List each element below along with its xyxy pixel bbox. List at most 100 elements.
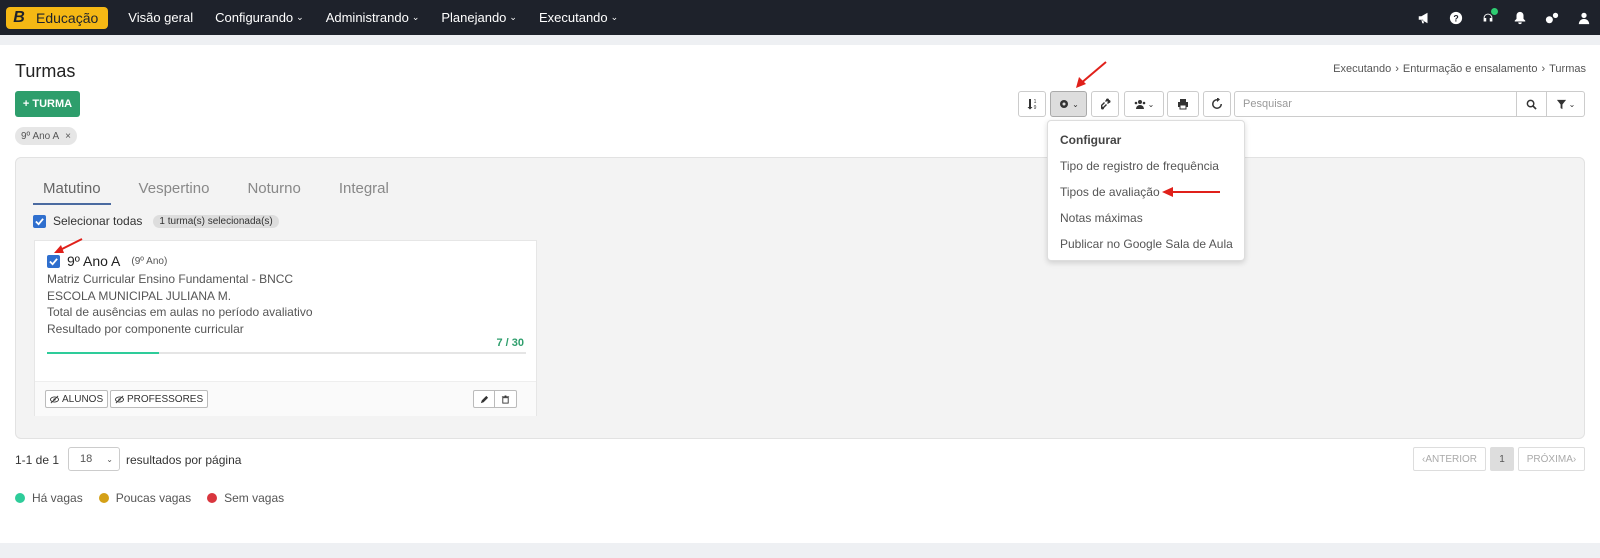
eye-slash-icon — [115, 395, 124, 403]
refresh-button[interactable] — [1203, 91, 1231, 117]
filter-chip: 9º Ano A × — [15, 127, 77, 145]
chevron-right-icon: › — [1395, 63, 1399, 75]
check-icon — [49, 257, 58, 266]
megaphone-icon[interactable] — [1416, 10, 1432, 26]
select-all-label: Selecionar todas — [53, 214, 143, 228]
edit-button[interactable] — [473, 390, 495, 408]
configure-dropdown-button[interactable]: ⌄ — [1050, 91, 1087, 117]
logo-mark-icon: B — [13, 8, 25, 26]
select-all-row: Selecionar todas 1 turma(s) selecionada(… — [33, 214, 279, 228]
filter-icon — [1556, 99, 1566, 109]
chevron-down-icon: ⌄ — [610, 12, 619, 22]
filter-dropdown-button[interactable]: ⌄ — [1547, 91, 1585, 117]
card-line-curriculum: Matriz Curricular Ensino Fundamental - B… — [47, 272, 294, 286]
user-icon[interactable] — [1576, 10, 1592, 26]
support-icon[interactable] — [1480, 7, 1498, 26]
settings-icon[interactable] — [1544, 10, 1560, 26]
trash-icon — [501, 394, 510, 404]
chevron-down-icon: ⌄ — [1072, 99, 1079, 109]
tab-vespertino[interactable]: Vespertino — [129, 180, 220, 205]
legend-dot — [98, 493, 109, 503]
card-line-absences: Total de ausências em aulas no período a… — [47, 305, 313, 319]
print-button[interactable] — [1167, 91, 1199, 117]
card-line-result: Resultado por componente curricular — [47, 321, 244, 336]
vacancy-legend: Há vagas Poucas vagas Sem vagas — [15, 491, 284, 505]
delete-button[interactable] — [495, 390, 517, 408]
sort-numeric-icon: 19 — [1027, 99, 1037, 110]
chevron-right-icon: › — [1541, 63, 1546, 75]
card-footer: ALUNOS PROFESSORES — [35, 381, 536, 416]
page-title: Turmas — [15, 61, 76, 81]
annotation-arrow-icon — [1076, 61, 1107, 88]
class-checkbox[interactable] — [47, 254, 60, 268]
view-teachers-button[interactable]: PROFESSORES — [110, 390, 209, 408]
breadcrumb-item[interactable]: Executando — [1333, 63, 1391, 75]
view-students-button[interactable]: ALUNOS — [45, 390, 109, 408]
page-content: Turmas Executando › Enturmação e ensalame… — [0, 45, 1600, 543]
search-input[interactable]: Pesquisar — [1234, 91, 1517, 117]
check-icon — [35, 217, 44, 226]
enrollment-progress — [47, 352, 526, 354]
close-icon[interactable]: × — [65, 131, 71, 142]
add-turma-button[interactable]: + TURMA — [15, 91, 80, 117]
legend-dot — [15, 493, 25, 503]
select-all-checkbox[interactable] — [33, 214, 46, 228]
help-icon[interactable]: ? — [1448, 10, 1464, 26]
previous-page-button[interactable]: ‹ ANTERIOR — [1413, 447, 1486, 471]
legend-item: Há vagas — [15, 491, 83, 505]
nav-item-configurando[interactable]: Configurando ⌄ — [215, 10, 304, 25]
class-grade: (9º Ano) — [131, 255, 168, 267]
online-status-dot — [1491, 7, 1498, 15]
chevron-down-icon: ⌄ — [411, 12, 420, 22]
annotation-arrow-icon — [54, 238, 83, 253]
legend-item: Sem vagas — [207, 491, 284, 505]
menu-item-frequency-type[interactable]: Tipo de registro de frequência — [1060, 159, 1219, 173]
chevron-down-icon: ⌄ — [296, 12, 304, 22]
logo-text: Educação — [36, 9, 99, 26]
eye-slash-icon — [50, 395, 59, 403]
bell-icon[interactable] — [1512, 10, 1528, 26]
tab-integral[interactable]: Integral — [329, 180, 399, 205]
search-button[interactable] — [1517, 91, 1547, 117]
chevron-right-icon: › — [1572, 453, 1577, 465]
chevron-down-icon: ⌄ — [509, 12, 517, 22]
pagination-info: 1-1 de 1 — [15, 453, 60, 467]
enrollment-count: 7 / 30 — [496, 337, 524, 349]
chevron-down-icon: ⌄ — [106, 454, 113, 464]
legend-dot — [207, 493, 218, 503]
card-line-school: ESCOLA MUNICIPAL JULIANA M. — [47, 288, 232, 303]
breadcrumb-item[interactable]: Enturmação e ensalamento — [1403, 63, 1538, 75]
legend-item: Poucas vagas — [98, 491, 191, 505]
chevron-down-icon: ⌄ — [1568, 99, 1576, 109]
nav-item-visao-geral[interactable]: Visão geral — [128, 10, 193, 25]
tab-matutino[interactable]: Matutino — [33, 180, 111, 205]
app-logo[interactable]: B Educação — [6, 6, 109, 29]
classes-panel: Matutino Vespertino Noturno Integral Sel… — [15, 157, 1585, 439]
dropdown-header: Configurar — [1060, 133, 1122, 147]
search-icon — [1526, 99, 1537, 110]
menu-item-evaluation-types[interactable]: Tipos de avaliação — [1060, 185, 1160, 199]
tab-noturno[interactable]: Noturno — [237, 180, 310, 205]
page-button-current[interactable]: 1 — [1490, 447, 1514, 471]
nav-item-administrando[interactable]: Administrando ⌄ — [326, 10, 420, 25]
annotation-arrow-icon — [1162, 187, 1220, 197]
users-icon — [1134, 100, 1145, 109]
link-icon — [1101, 98, 1111, 110]
per-page-select[interactable]: 18 ⌄ — [68, 447, 120, 471]
sort-button[interactable]: 19 — [1018, 91, 1046, 117]
menu-item-publish-google-classroom[interactable]: Publicar no Google Sala de Aula — [1060, 237, 1233, 251]
refresh-icon — [1212, 98, 1222, 109]
gear-icon — [1060, 100, 1069, 108]
plus-icon: + — [22, 98, 30, 110]
shift-tabs: Matutino Vespertino Noturno Integral — [33, 180, 399, 205]
nav-item-executando[interactable]: Executando ⌄ — [539, 10, 618, 25]
pencil-icon — [480, 395, 488, 403]
selected-count-badge: 1 turma(s) selecionada(s) — [153, 214, 279, 228]
next-page-button[interactable]: PRÓXIMA › — [1518, 447, 1585, 471]
svg-text:9: 9 — [1034, 105, 1037, 110]
users-dropdown-button[interactable]: ⌄ — [1124, 91, 1164, 117]
link-button[interactable] — [1091, 91, 1119, 117]
svg-text:?: ? — [1453, 13, 1458, 23]
menu-item-max-grades[interactable]: Notas máximas — [1060, 211, 1143, 225]
nav-item-planejando[interactable]: Planejando ⌄ — [441, 10, 517, 25]
